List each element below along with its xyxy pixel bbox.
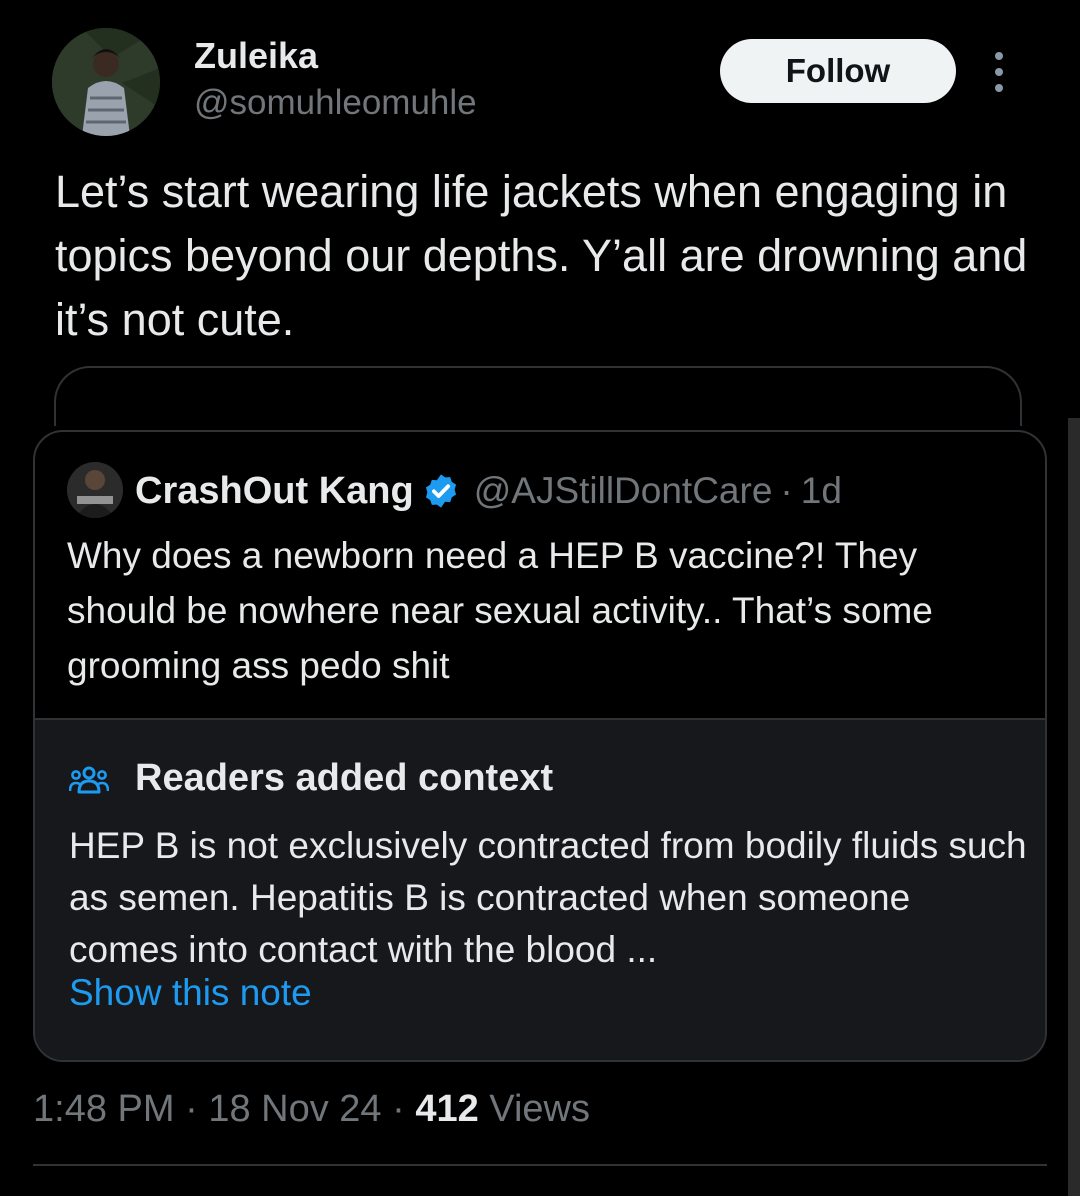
quoted-tweet-text: Why does a newborn need a HEP B vaccine?…	[67, 535, 933, 686]
media-card-edge	[54, 366, 1022, 426]
tweet-time[interactable]: 1:48 PM	[33, 1088, 175, 1130]
community-note: Readers added context HEP B is not exclu…	[35, 718, 1045, 1060]
show-note-link[interactable]: Show this note	[69, 970, 312, 1016]
author-display-name[interactable]: Zuleika	[194, 36, 318, 76]
quoted-author-handle[interactable]: @AJStillDontCare	[474, 470, 773, 512]
avatar-image	[52, 28, 160, 136]
separator: ·	[780, 470, 793, 511]
quoted-tweet-time[interactable]: 1d	[801, 470, 842, 512]
quoted-author-avatar[interactable]	[67, 462, 123, 518]
tweet-date[interactable]: 18 Nov 24	[208, 1088, 381, 1130]
quoted-tweet[interactable]: CrashOut Kang @AJStillDontCare · 1d Why …	[33, 430, 1047, 1062]
dot	[995, 52, 1003, 60]
divider	[33, 1164, 1047, 1166]
follow-button[interactable]: Follow	[720, 39, 956, 103]
scrollbar[interactable]	[1068, 418, 1080, 1196]
quoted-author-name[interactable]: CrashOut Kang	[135, 470, 414, 513]
separator: ·	[381, 1088, 416, 1130]
author-handle[interactable]: @somuhleomuhle	[194, 82, 477, 124]
tweet-text: Let’s start wearing life jackets when en…	[55, 166, 1028, 345]
views-count: 412	[415, 1088, 479, 1130]
dot	[995, 84, 1003, 92]
dot	[995, 68, 1003, 76]
community-note-text: HEP B is not exclusively contracted from…	[69, 825, 1027, 970]
verified-badge-icon	[425, 474, 456, 508]
quoted-avatar-image	[67, 462, 123, 518]
separator: ·	[174, 1088, 209, 1130]
tweet-meta: 1:48 PM · 18 Nov 24 · 412 Views	[33, 1086, 590, 1132]
people-icon	[69, 766, 109, 794]
author-avatar[interactable]	[52, 28, 160, 136]
more-vertical-icon[interactable]	[986, 52, 1012, 92]
quoted-tweet-header: CrashOut Kang @AJStillDontCare · 1d	[135, 464, 842, 518]
views-label: Views	[478, 1088, 590, 1130]
community-note-title: Readers added context	[135, 757, 554, 799]
